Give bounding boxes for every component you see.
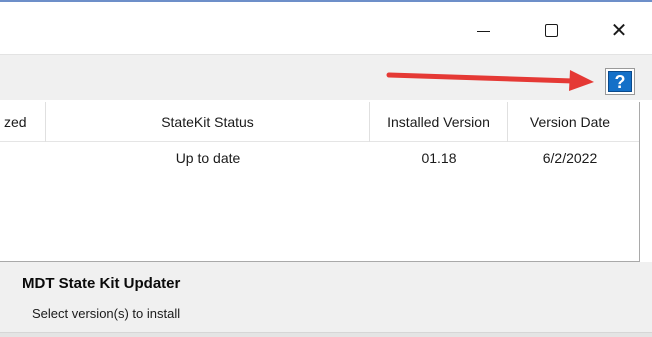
close-button[interactable]: ✕ <box>596 12 642 48</box>
close-icon: ✕ <box>610 18 628 42</box>
cell-version-date: 6/2/2022 <box>542 150 598 166</box>
minimize-icon <box>476 31 490 32</box>
help-button[interactable]: ? <box>605 68 635 95</box>
maximize-button[interactable] <box>528 12 574 48</box>
panel-subtitle: Select version(s) to install <box>32 306 181 321</box>
annotation-arrow <box>386 70 594 91</box>
help-icon: ? <box>608 71 632 92</box>
column-header-statekit-status[interactable]: StateKit Status <box>46 102 370 142</box>
cell-statekit-status: Up to date <box>175 150 241 166</box>
minimize-button[interactable] <box>460 12 506 48</box>
statekit-table: zed StateKit Status Installed Version Ve… <box>0 102 640 262</box>
toolbar: ? <box>0 54 652 100</box>
table-row[interactable]: Up to date 01.18 6/2/2022 <box>0 144 639 172</box>
column-header-version-date[interactable]: Version Date <box>508 102 632 142</box>
table-header: zed StateKit Status Installed Version Ve… <box>0 102 639 142</box>
panel-title: MDT State Kit Updater <box>22 275 181 292</box>
title-bar: ✕ <box>0 2 652 54</box>
updater-panel: MDT State Kit Updater Select version(s) … <box>0 262 652 337</box>
cell-installed-version: 01.18 <box>421 150 457 166</box>
column-header-installed-version[interactable]: Installed Version <box>370 102 508 142</box>
panel-divider <box>0 332 652 337</box>
column-header-truncated[interactable]: zed <box>0 102 46 142</box>
maximize-icon <box>544 23 558 37</box>
